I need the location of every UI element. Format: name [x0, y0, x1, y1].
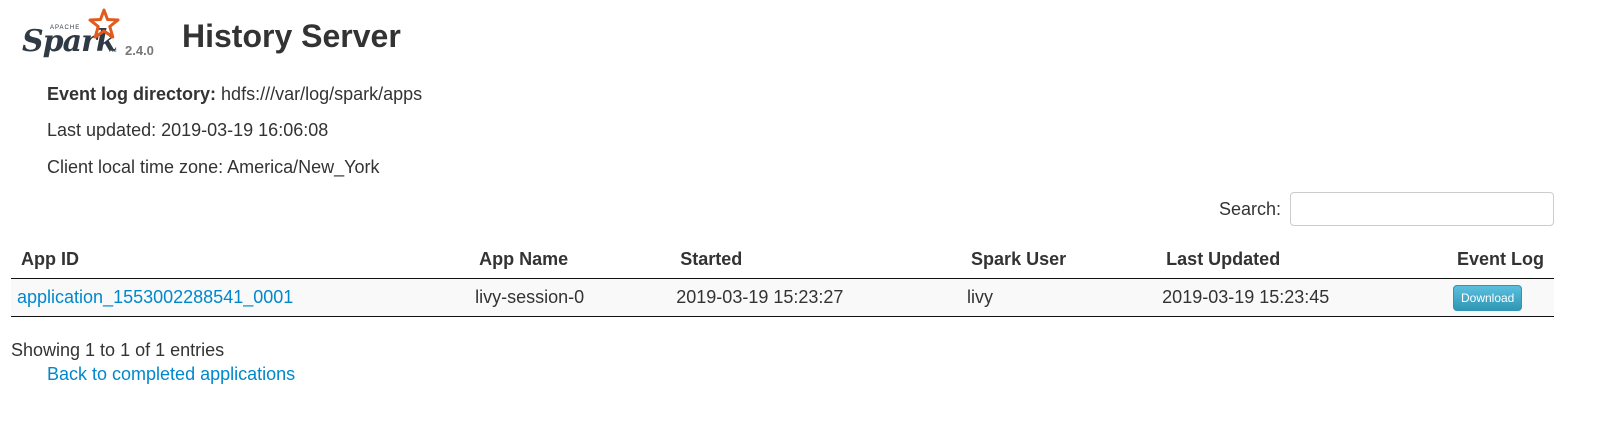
time-zone-info: Client local time zone: America/New_York — [47, 157, 380, 177]
app-name-cell: livy-session-0 — [469, 278, 671, 317]
spark-logo[interactable]: Spark APACHE TM — [22, 8, 122, 64]
spark-user-cell: livy — [961, 278, 1157, 317]
event-log-label: Event log directory: — [47, 84, 217, 104]
column-header-started[interactable]: Started — [670, 240, 962, 279]
last-updated-info: Last updated: 2019-03-19 16:06:08 — [47, 120, 329, 140]
column-header-last-updated[interactable]: Last Updated — [1156, 240, 1447, 279]
event-log-value: hdfs:///var/log/spark/apps — [221, 84, 423, 104]
event-log-cell: Download — [1446, 278, 1554, 317]
table-row: application_1553002288541_0001 livy-sess… — [11, 278, 1554, 317]
search-input[interactable] — [1290, 192, 1554, 226]
entries-info: Showing 1 to 1 of 1 entries — [11, 340, 225, 360]
header: Spark APACHE TM 2.4.0 History Server — [22, 8, 622, 68]
app-id-link[interactable]: application_1553002288541_0001 — [17, 287, 293, 307]
version-label: 2.4.0 — [125, 43, 154, 58]
app-id-cell: application_1553002288541_0001 — [11, 278, 470, 317]
event-log-directory: Event log directory: hdfs:///var/log/spa… — [47, 84, 422, 105]
applications-table: App ID App Name Started Spark User Last … — [11, 240, 1554, 317]
column-header-app-name[interactable]: App Name — [469, 240, 671, 279]
column-header-spark-user[interactable]: Spark User — [961, 240, 1157, 279]
back-to-completed-link[interactable]: Back to completed applications — [47, 364, 295, 385]
search-label: Search: — [1218, 198, 1281, 219]
table-header-row: App ID App Name Started Spark User Last … — [11, 240, 1554, 279]
search-container: Search: — [1219, 192, 1554, 226]
last-updated-cell: 2019-03-19 15:23:45 — [1156, 278, 1447, 317]
started-cell: 2019-03-19 15:23:27 — [670, 278, 962, 317]
download-button[interactable]: Download — [1452, 284, 1523, 311]
column-header-event-log[interactable]: Event Log — [1446, 240, 1554, 279]
column-header-app-id[interactable]: App ID — [11, 240, 470, 279]
logo-apache-text: APACHE — [50, 25, 81, 31]
logo-trademark: TM — [108, 48, 117, 54]
page-title: History Server — [182, 18, 401, 54]
star-icon — [88, 8, 120, 39]
